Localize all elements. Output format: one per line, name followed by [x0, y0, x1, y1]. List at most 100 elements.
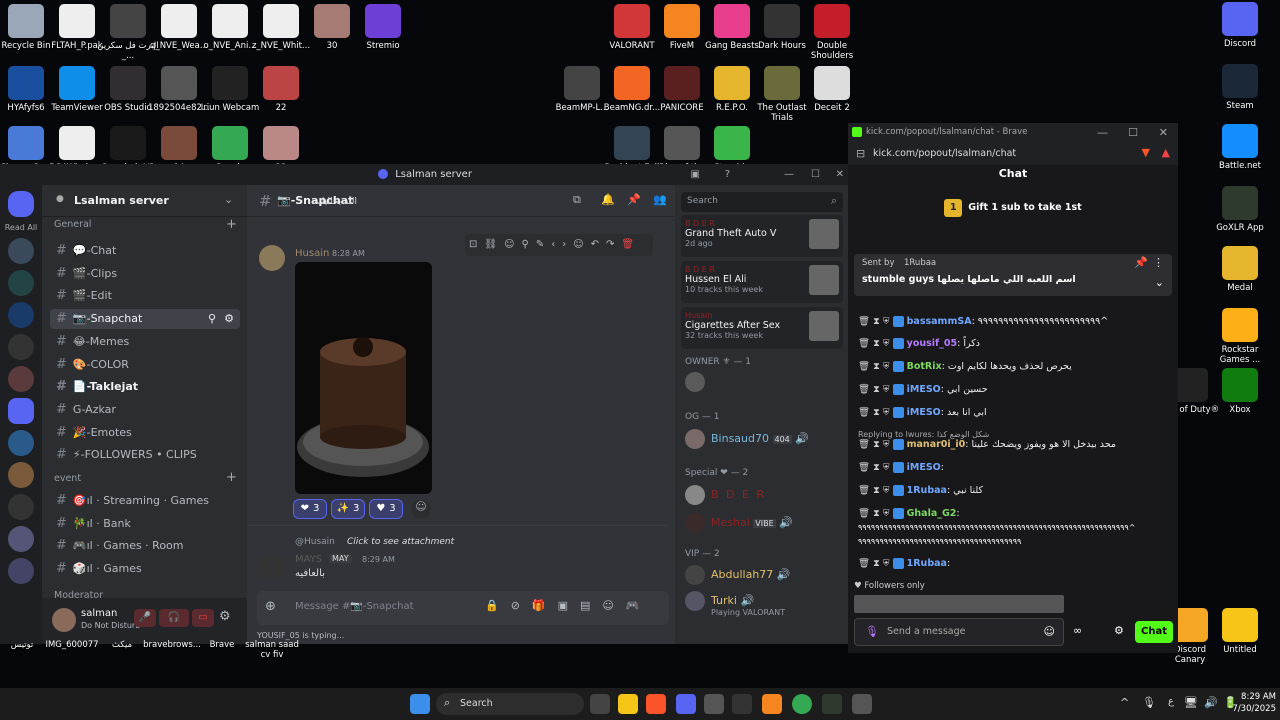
reaction-pill[interactable]: ❤ 3: [293, 499, 327, 519]
server-icon[interactable]: [8, 494, 34, 520]
clock-time[interactable]: 8:29 AM: [1228, 692, 1276, 702]
add-member-icon[interactable]: ⚲: [208, 309, 216, 329]
channel-item[interactable]: # 📄-Taklejat: [50, 377, 240, 397]
threads-icon[interactable]: ⧉: [573, 193, 581, 207]
chrome-icon[interactable]: [792, 694, 812, 714]
tray-chevron-icon[interactable]: ^: [1120, 696, 1129, 709]
member-row[interactable]: Meshal VIBE 🔊: [685, 513, 793, 533]
app-icon[interactable]: [732, 694, 752, 714]
add-attachment-icon[interactable]: ⊕: [265, 599, 276, 614]
channel-item[interactable]: # 🎋ıl · Bank: [50, 514, 240, 534]
desktop-icon[interactable]: GoXLR App: [1208, 186, 1272, 233]
brave-rewards-icon[interactable]: ▲: [1162, 146, 1170, 159]
server-icon[interactable]: [8, 430, 34, 456]
emoji-icon[interactable]: ☺: [1044, 625, 1055, 638]
address-bar[interactable]: ⊟ kick.com/popout/lsalman/chat ▼ ▲: [848, 143, 1178, 165]
server-icon[interactable]: [8, 366, 34, 392]
category-general[interactable]: General: [54, 219, 91, 230]
channel-item[interactable]: # 🎲ıl · Games: [50, 559, 240, 579]
server-icon[interactable]: [8, 558, 34, 584]
server-icon[interactable]: [8, 526, 34, 552]
chat-message[interactable]: 🗑 ⧗ ⛨ iMESO: حسين ابي: [858, 381, 1168, 399]
desktop-icon[interactable]: Battle.net: [1208, 124, 1272, 171]
chat-username[interactable]: iMESO: [907, 462, 941, 473]
avatar[interactable]: [259, 553, 285, 579]
chat-message[interactable]: 🗑 ⧗ ⛨ iMESO:: [858, 459, 1168, 477]
task-view-icon[interactable]: [590, 694, 610, 714]
stream-icon[interactable]: ▭: [192, 609, 214, 627]
chat-message[interactable]: 🗑 ⧗ ⛨ Ghala_G2:: [858, 505, 1168, 523]
close-button[interactable]: ✕: [1159, 126, 1168, 139]
search-input[interactable]: Search ⌕: [681, 192, 843, 212]
desktop-icon[interactable]: Discord: [1208, 2, 1272, 49]
minimize-button[interactable]: —: [1097, 126, 1108, 139]
member-row[interactable]: B D E R: [685, 485, 766, 505]
message-author[interactable]: Husain: [295, 248, 329, 259]
chat-username[interactable]: Ghala_G2: [907, 508, 957, 519]
mic-icon[interactable]: 🎙: [865, 625, 879, 638]
chat-message[interactable]: 🗑 ⧗ ⛨ iMESO: ابي انا بعد: [858, 404, 1168, 422]
maximize-button[interactable]: ☐: [1128, 126, 1138, 139]
emote-row[interactable]: [854, 595, 1064, 613]
home-icon[interactable]: [8, 191, 34, 217]
settings-gear-icon[interactable]: ⚙: [1114, 624, 1124, 637]
brave-shield-icon[interactable]: ▼: [1142, 146, 1150, 159]
channel-item[interactable]: # G-Azkar: [50, 400, 240, 420]
desktop-icon-label[interactable]: salman saad cv fiv: [240, 640, 304, 660]
channel-item[interactable]: # 🎮ıl · Games · Room: [50, 536, 240, 556]
chat-message[interactable]: 🗑 ⧗ ⛨ bassammSA: ٩٩٩٩٩٩٩٩٩٩٩٩٩٩٩٩٩٩٩٩٩٩٩…: [858, 313, 1168, 331]
server-icon[interactable]: [8, 462, 34, 488]
channel-item[interactable]: # 🎨-COLOR: [50, 355, 240, 375]
members-icon[interactable]: 👥: [653, 193, 667, 206]
read-all[interactable]: Read All: [0, 223, 42, 232]
avatar[interactable]: [52, 608, 76, 632]
member-row[interactable]: Abdullah77 🔊: [685, 565, 791, 585]
settings-gear-icon[interactable]: ⚙: [219, 609, 231, 624]
goxlr-icon[interactable]: [822, 694, 842, 714]
chat-username[interactable]: manar0i_i0: [907, 439, 966, 450]
mic-icon[interactable]: 🎙: [1142, 696, 1156, 709]
server-icon[interactable]: [8, 238, 34, 264]
more-icon[interactable]: ⋮: [1153, 256, 1164, 269]
gift-banner[interactable]: 1 Gift 1 sub to take 1st: [848, 199, 1178, 217]
app-icon[interactable]: [852, 694, 872, 714]
activity-card[interactable]: B D E R Grand Theft Auto V 2d ago: [681, 215, 843, 257]
file-explorer-icon[interactable]: [618, 694, 638, 714]
channel-item[interactable]: # 🎯ıl · Streaming · Games: [50, 491, 240, 511]
activity-card[interactable]: B D E R Hussen El Ali 10 tracks this week: [681, 261, 843, 303]
attachment-image[interactable]: [295, 262, 432, 494]
points-icon[interactable]: ∞: [1073, 624, 1082, 637]
chat-username[interactable]: bassammSA: [907, 316, 972, 327]
chat-username[interactable]: BotRix: [907, 361, 942, 372]
pin-icon[interactable]: 📌: [1134, 256, 1148, 269]
chat-message[interactable]: 🗑 ⧗ ⛨ BotRix: يحرص لحذف ويحدها لكايم اوت: [858, 358, 1168, 376]
chat-username[interactable]: iMESO: [907, 407, 941, 418]
desktop-icon[interactable]: 22: [249, 66, 313, 113]
chat-message[interactable]: 🗑 ⧗ ⛨ yousif_05: ذكراً: [858, 335, 1168, 353]
channel-item[interactable]: # 😂-Memes: [50, 332, 240, 352]
send-message-input[interactable]: 🎙 Send a message ☺: [854, 618, 1064, 646]
server-header[interactable]: ● Lsalman server ⌄: [42, 185, 247, 217]
channel-item[interactable]: # 🎬-Edit: [50, 286, 240, 306]
bell-icon[interactable]: 🔔: [601, 193, 615, 206]
message-actions-toolbar[interactable]: ⊡⛓☺⚲✎‹›☺↶↷🗑: [465, 234, 653, 256]
activity-card[interactable]: Husain Cigarettes After Sex 32 tracks this…: [681, 307, 843, 349]
reply-author[interactable]: @Husain: [295, 537, 335, 547]
desktop-icon[interactable]: Deceit 2: [800, 66, 864, 113]
server-icon-active[interactable]: [8, 398, 34, 424]
help-icon[interactable]: ?: [725, 164, 730, 185]
server-icon[interactable]: [8, 270, 34, 296]
category-event[interactable]: event: [54, 473, 81, 484]
taskbar-search[interactable]: ⌕ Search: [436, 693, 584, 715]
channel-item[interactable]: # 💬-Chat: [50, 241, 240, 261]
channel-item[interactable]: # 📷-Snapchat ⚲ ⚙: [50, 309, 240, 330]
member-row[interactable]: Binsaud70 404 🔊: [685, 429, 809, 449]
message-author[interactable]: MAYS: [295, 554, 322, 565]
chat-username[interactable]: 1Rubaa: [907, 558, 947, 569]
site-info-icon[interactable]: ⊟: [856, 147, 865, 160]
discord-icon[interactable]: [676, 694, 696, 714]
desktop-icon[interactable]: Stremio: [351, 4, 415, 51]
chat-username[interactable]: 1Rubaa: [907, 485, 947, 496]
reaction-pill[interactable]: ♥ 3: [369, 499, 403, 519]
desktop-icon[interactable]: Steam: [1208, 64, 1272, 111]
